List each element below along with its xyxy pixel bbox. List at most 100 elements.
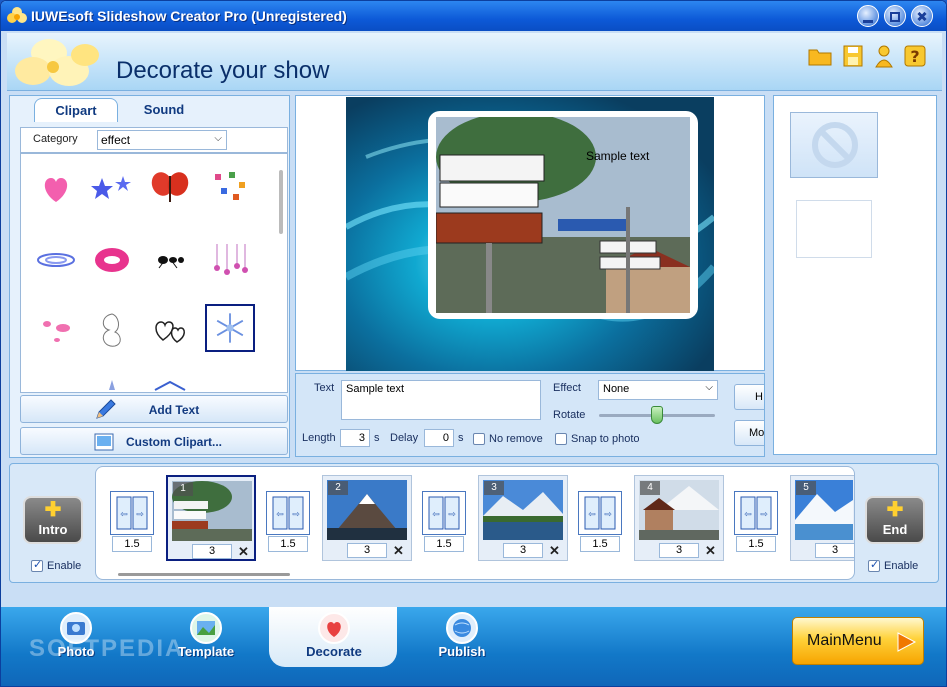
slide-duration[interactable]: 3 [503,543,543,558]
nav-decorate[interactable]: Decorate [279,607,389,665]
length-input[interactable]: 3 [340,429,370,447]
help-person-icon[interactable] [871,43,897,69]
transition-item[interactable]: ⇦ ⇨ 1.5 [422,491,466,553]
clipart-pink-petals[interactable] [31,306,81,354]
question-icon[interactable]: ? [902,43,928,69]
clipart-blue-stars[interactable] [87,164,137,212]
delete-slide-icon[interactable]: ✕ [705,543,716,559]
svg-text:⇦: ⇦ [588,510,596,520]
intro-enable-checkbox[interactable] [31,558,43,572]
app-window: IUWEsoft Slideshow Creator Pro (Unregist… [0,0,947,687]
clipart-pink-heart[interactable] [31,164,81,212]
slide-duration[interactable]: 3 [347,543,387,558]
template-landscape-icon [190,612,222,644]
slide-item[interactable]: 5 3 [790,475,854,561]
clipart-pink-lips[interactable] [87,236,137,284]
slide-item[interactable]: 2 3 ✕ [322,475,412,561]
slide-duration[interactable]: 3 [815,543,854,558]
h-button-label: H [755,391,763,403]
plus-icon: ✚ [886,499,904,521]
clipart-snowflake[interactable] [205,304,255,352]
add-text-button[interactable]: Add Text [20,395,288,423]
no-remove-checkbox[interactable] [473,433,485,445]
photo-signposts [436,117,690,313]
length-label: Length [302,432,336,444]
slide-strip-scrollbar[interactable] [118,573,290,576]
delay-input[interactable]: 0 [424,429,454,447]
bottom-navigation: Photo Template Decorate Publish SOFTPEDI… [1,607,946,686]
window-title: IUWEsoft Slideshow Creator Pro (Unregist… [31,8,347,24]
clipart-partial-burst[interactable] [145,376,195,393]
no-decoration-slot[interactable] [790,112,878,178]
add-text-label: Add Text [148,403,200,417]
svg-text:⇨: ⇨ [448,510,456,520]
transition-door-icon: ⇦ ⇨ [266,491,310,535]
intro-block: ✚ Intro Enable [20,496,86,572]
app-logo-icon [7,7,27,23]
clipart-partial-row[interactable] [87,376,137,393]
preview-panel: Sample text [295,95,765,371]
transition-duration[interactable]: 1.5 [112,536,152,552]
clipart-confetti[interactable] [205,164,255,212]
transition-door-icon: ⇦ ⇨ [110,491,154,535]
slide-item[interactable]: 3 3 ✕ [478,475,568,561]
tab-clipart[interactable]: Clipart [34,98,118,122]
snap-to-photo-checkbox[interactable] [555,433,567,445]
category-select[interactable]: effect ⌵ [97,130,227,150]
transition-duration[interactable]: 1.5 [424,536,464,552]
transition-item[interactable]: ⇦ ⇨ 1.5 [110,491,154,553]
main-menu-button[interactable]: MainMenu [792,617,924,665]
clipart-blue-ring[interactable] [31,236,81,284]
slide-number: 4 [640,481,660,495]
title-bar: IUWEsoft Slideshow Creator Pro (Unregist… [1,1,946,31]
delete-slide-icon[interactable]: ✕ [549,543,560,559]
clipart-scrollbar[interactable] [279,170,283,234]
effect-select[interactable]: None ⌵ [598,380,718,400]
photo-frame: Sample text [428,111,698,319]
maximize-button[interactable] [884,5,906,27]
save-icon[interactable] [840,43,866,69]
decoration-slot[interactable] [796,200,872,258]
transition-item[interactable]: ⇦ ⇨ 1.5 [266,491,310,553]
mo-button[interactable]: Mo [734,420,764,446]
rotate-slider-thumb[interactable] [651,406,663,424]
text-input[interactable]: Sample text [341,380,541,420]
end-enable-checkbox[interactable] [868,558,880,572]
clipart-outline-hearts[interactable] [145,306,195,354]
transition-duration[interactable]: 1.5 [268,536,308,552]
h-button[interactable]: H [734,384,764,410]
mo-button-label: Mo [749,427,765,439]
clipart-pink-drops[interactable] [205,236,255,284]
slide-item[interactable]: 4 3 ✕ [634,475,724,561]
slide-duration[interactable]: 3 [192,544,232,559]
nav-publish[interactable]: Publish [407,607,517,665]
slide-duration[interactable]: 3 [659,543,699,558]
slide-item[interactable]: 1 3 ✕ [166,475,256,561]
effect-value: None [603,383,630,395]
end-button[interactable]: ✚ End [865,496,925,544]
clipart-butterfly[interactable] [145,164,195,212]
clipart-ant[interactable] [145,236,195,284]
delete-slide-icon[interactable]: ✕ [238,544,249,560]
custom-clipart-label: Custom Clipart... [125,435,222,449]
tab-sound[interactable]: Sound [122,98,206,122]
delete-slide-icon[interactable]: ✕ [393,543,404,559]
slide-number: 1 [173,482,193,496]
transition-duration[interactable]: 1.5 [736,536,776,552]
svg-text:⇨: ⇨ [760,510,768,520]
length-unit: s [374,432,380,444]
svg-text:⇦: ⇦ [276,510,284,520]
transition-item[interactable]: ⇦ ⇨ 1.5 [734,491,778,553]
clipart-outline-swirl[interactable] [87,306,137,354]
preview-stage[interactable]: Sample text [346,97,714,371]
close-button[interactable] [911,5,933,27]
intro-button[interactable]: ✚ Intro [23,496,83,544]
preview-sample-text[interactable]: Sample text [586,149,649,163]
minimize-button[interactable] [857,5,879,27]
transition-item[interactable]: ⇦ ⇨ 1.5 [578,491,622,553]
custom-clipart-button[interactable]: Custom Clipart... [20,427,288,455]
text-label: Text [314,382,335,394]
transition-door-icon: ⇦ ⇨ [734,491,778,535]
transition-duration[interactable]: 1.5 [580,536,620,552]
folder-icon[interactable] [807,43,833,69]
